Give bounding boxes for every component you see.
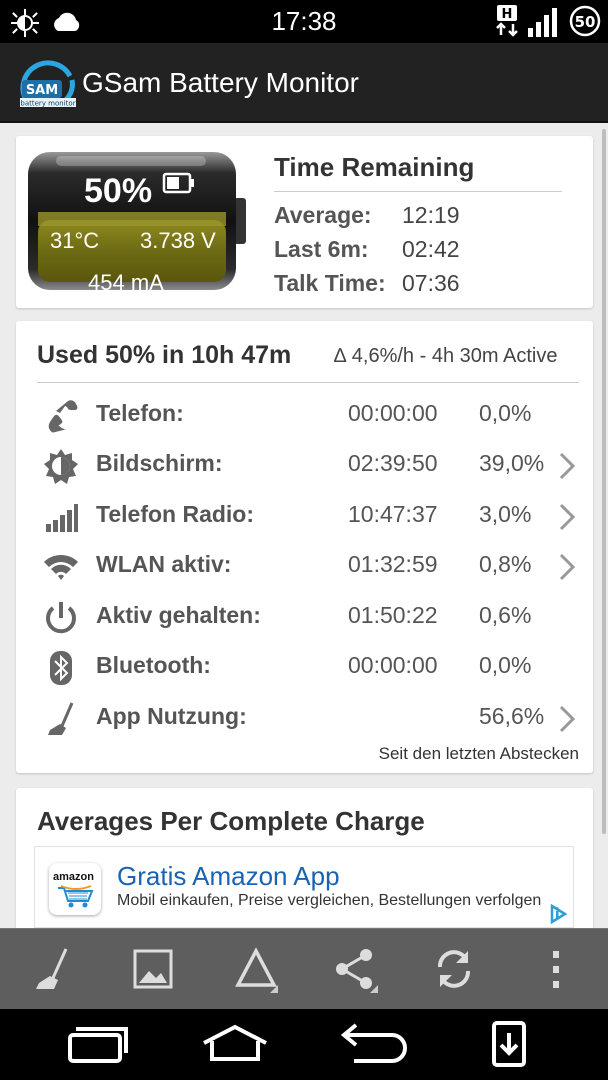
usage-duration: 00:00:00 bbox=[348, 400, 438, 426]
time-remaining-label: Average: bbox=[274, 202, 372, 228]
share-icon[interactable] bbox=[330, 945, 378, 993]
battery-current: 454 mA bbox=[88, 270, 164, 295]
delta-icon[interactable] bbox=[232, 945, 280, 993]
shopping-cart-icon bbox=[58, 885, 94, 908]
power-icon bbox=[46, 602, 76, 634]
usage-header: Used 50% in 10h 47m bbox=[37, 341, 292, 369]
usage-duration: 01:32:59 bbox=[348, 551, 438, 577]
usage-row-app-nutzung[interactable]: App Nutzung: 56,6% bbox=[16, 692, 593, 742]
back-icon[interactable] bbox=[338, 1021, 408, 1067]
app-title: GSam Battery Monitor bbox=[82, 67, 359, 98]
usage-percent: 56,6% bbox=[479, 703, 545, 729]
usage-label: App Nutzung: bbox=[96, 703, 247, 729]
broom-icon bbox=[48, 702, 74, 735]
scrollbar[interactable] bbox=[602, 129, 606, 834]
adchoices-icon[interactable] bbox=[547, 903, 569, 925]
chevron-right-icon[interactable] bbox=[558, 704, 576, 734]
ad-subtitle: Mobil einkaufen, Preise vergleichen, Bes… bbox=[117, 892, 542, 909]
app-bar: SAM battery monitor GSam Battery Monitor bbox=[0, 43, 608, 123]
usage-label: Telefon Radio: bbox=[96, 501, 255, 527]
image-icon[interactable] bbox=[129, 945, 177, 993]
ad-title[interactable]: Gratis Amazon App bbox=[117, 861, 340, 892]
usage-row-aktiv-gehalten[interactable]: Aktiv gehalten: 01:50:22 0,6% bbox=[16, 591, 593, 641]
content-scroll-area[interactable]: 50% 31°C 3.738 V 454 mA Time Remaining A… bbox=[0, 123, 608, 928]
logo-text: SAM bbox=[26, 83, 58, 98]
usage-label: Aktiv gehalten: bbox=[96, 602, 261, 628]
usage-breakdown-card: Used 50% in 10h 47m ∆ 4,6%/h - 4h 30m Ac… bbox=[16, 321, 593, 773]
usage-percent: 0,6% bbox=[479, 602, 532, 628]
phone-icon bbox=[48, 400, 78, 433]
usage-percent: 0,0% bbox=[479, 400, 532, 426]
averages-title: Averages Per Complete Charge bbox=[37, 806, 425, 836]
status-bar: 17:38 H 50 bbox=[0, 0, 608, 43]
download-icon[interactable] bbox=[474, 1021, 544, 1067]
wifi-icon bbox=[44, 554, 78, 580]
battery-temperature: 31°C bbox=[50, 228, 100, 253]
time-remaining-value: 07:36 bbox=[402, 270, 460, 296]
screen-brightness-icon bbox=[44, 449, 78, 484]
usage-row-telefon[interactable]: Telefon: 00:00:00 0,0% bbox=[16, 389, 593, 439]
usage-label: Bildschirm: bbox=[96, 450, 223, 476]
battery-percent: 50% bbox=[84, 172, 153, 210]
time-remaining-value: 12:19 bbox=[402, 202, 460, 228]
app-logo[interactable]: SAM battery monitor bbox=[20, 60, 76, 108]
logo-subtext: battery monitor bbox=[20, 100, 75, 108]
time-remaining-label: Talk Time: bbox=[274, 270, 386, 296]
usage-row-bildschirm[interactable]: Bildschirm: 02:39:50 39,0% bbox=[16, 439, 593, 489]
usage-duration: 02:39:50 bbox=[348, 450, 438, 476]
navigation-bar bbox=[0, 1009, 608, 1080]
usage-label: Bluetooth: bbox=[96, 652, 211, 678]
divider bbox=[274, 191, 562, 192]
bottom-toolbar bbox=[0, 928, 608, 1009]
signal-strength-icon bbox=[528, 8, 557, 37]
refresh-icon[interactable] bbox=[430, 945, 478, 993]
divider bbox=[37, 382, 579, 383]
usage-duration: 10:47:37 bbox=[348, 501, 438, 527]
usage-duration: 00:00:00 bbox=[348, 652, 438, 678]
signal-bars-icon bbox=[46, 504, 78, 532]
usage-row-bluetooth[interactable]: Bluetooth: 00:00:00 0,0% bbox=[16, 641, 593, 691]
recent-apps-icon[interactable] bbox=[62, 1021, 132, 1067]
home-icon[interactable] bbox=[200, 1021, 270, 1067]
network-type-text: H bbox=[502, 7, 513, 22]
ad-banner[interactable]: amazon Gratis Amazon App Mobil einkaufen… bbox=[34, 846, 574, 928]
bluetooth-icon bbox=[50, 651, 72, 685]
usage-duration: 01:50:22 bbox=[348, 602, 438, 628]
usage-label: Telefon: bbox=[96, 400, 184, 426]
amazon-logo: amazon bbox=[49, 863, 101, 915]
chevron-right-icon[interactable] bbox=[558, 552, 576, 582]
usage-percent: 39,0% bbox=[479, 450, 545, 476]
broom-icon[interactable] bbox=[28, 945, 76, 993]
amazon-logo-text: amazon bbox=[53, 871, 94, 883]
usage-percent: 0,8% bbox=[479, 551, 532, 577]
battery-circle-icon: 50 bbox=[569, 5, 601, 37]
usage-percent: 3,0% bbox=[479, 501, 532, 527]
usage-percent: 0,0% bbox=[479, 652, 532, 678]
time-remaining-value: 02:42 bbox=[402, 236, 460, 262]
time-remaining-label: Last 6m: bbox=[274, 236, 369, 262]
battery-level-text: 50 bbox=[575, 13, 596, 31]
usage-footer-note: Seit den letzten Abstecken bbox=[378, 744, 579, 763]
usage-row-telefon-radio[interactable]: Telefon Radio: 10:47:37 3,0% bbox=[16, 490, 593, 540]
chevron-right-icon[interactable] bbox=[558, 451, 576, 481]
battery-voltage: 3.738 V bbox=[140, 228, 216, 253]
usage-label: WLAN aktiv: bbox=[96, 551, 232, 577]
battery-graphic: 50% 31°C 3.738 V 454 mA bbox=[26, 150, 248, 295]
overflow-menu-icon[interactable] bbox=[532, 945, 580, 993]
battery-status-card[interactable]: 50% 31°C 3.738 V 454 mA Time Remaining A… bbox=[16, 136, 593, 308]
data-arrows-icon: H bbox=[496, 5, 518, 37]
usage-rate: ∆ 4,6%/h - 4h 30m Active bbox=[334, 345, 558, 367]
chevron-right-icon[interactable] bbox=[558, 502, 576, 532]
usage-row-wlan[interactable]: WLAN aktiv: 01:32:59 0,8% bbox=[16, 540, 593, 590]
time-remaining-title: Time Remaining bbox=[274, 152, 475, 182]
